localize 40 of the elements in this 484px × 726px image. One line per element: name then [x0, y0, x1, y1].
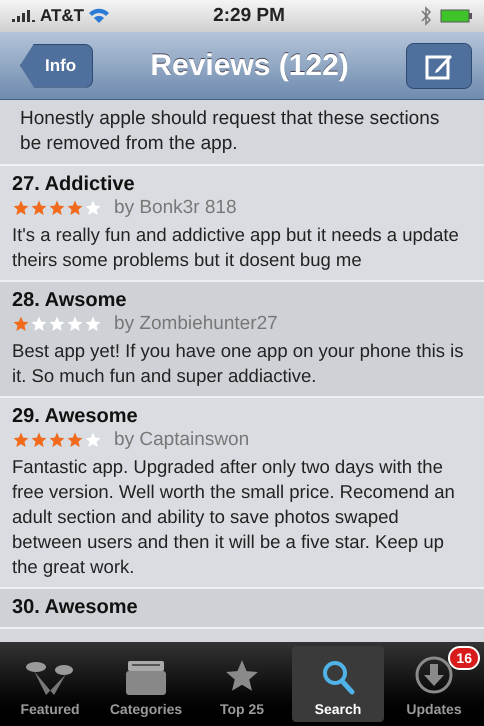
review-author: by Captainswon	[114, 428, 250, 452]
filled-star-icon	[12, 431, 30, 449]
review-text: Fantastic app. Upgraded after only two days with the free version. Well worth the small price. Recomend an adult section and ability to save photos swaped between users and then it will be a five star. Keep up the great work.	[12, 455, 456, 579]
review-title: 27. Addictive	[12, 172, 136, 196]
tab-item[interactable]: Featured	[4, 646, 96, 722]
review-text: be removed from the app.	[20, 132, 239, 156]
drawer-icon	[124, 659, 168, 695]
review-text: It's a really fun and addictive app but it needs a update theirs some problems but it dosent bug me	[12, 223, 460, 272]
tab-item[interactable]: Categories	[100, 646, 192, 722]
review-title: 28. Awsome	[12, 288, 128, 312]
download-icon	[414, 655, 454, 695]
tab-item[interactable]: Search	[292, 646, 384, 722]
filled-star-icon	[48, 431, 66, 449]
review-author: by Zombiehunter27	[114, 312, 278, 336]
tab-item[interactable]: Updates 16	[388, 646, 480, 722]
filled-star-icon	[66, 431, 84, 449]
filled-star-icon	[12, 199, 30, 217]
review-text: Honestly apple should request that these sections	[20, 107, 440, 131]
spotlights-icon	[24, 661, 76, 695]
filled-star-icon	[12, 315, 30, 333]
tab-item[interactable]: Top 25	[196, 646, 288, 722]
bluetooth-icon	[420, 6, 432, 26]
review-author: by Bonk3r 818	[114, 196, 237, 220]
review-text: Best app yet! If you have one app on your phone this is it. So much fun and super addiactive.	[12, 339, 464, 388]
filled-star-icon	[30, 431, 48, 449]
back-button[interactable]: Info	[20, 44, 94, 88]
clock: 2:29 PM	[213, 4, 285, 28]
review-title: 30. Awesome	[12, 595, 139, 619]
battery-icon	[440, 9, 472, 23]
count-badge: 16	[448, 646, 480, 670]
review-title: 29. Awesome	[12, 404, 139, 428]
filled-star-icon	[66, 199, 84, 217]
carrier-label: AT&T	[40, 5, 84, 28]
filled-star-icon	[48, 199, 66, 217]
nav-title: Reviews (122)	[150, 48, 349, 84]
search-icon	[321, 659, 355, 695]
filled-star-icon	[30, 199, 48, 217]
signal-icon	[12, 9, 36, 23]
wifi-icon	[88, 8, 110, 24]
compose-button[interactable]	[406, 42, 472, 88]
